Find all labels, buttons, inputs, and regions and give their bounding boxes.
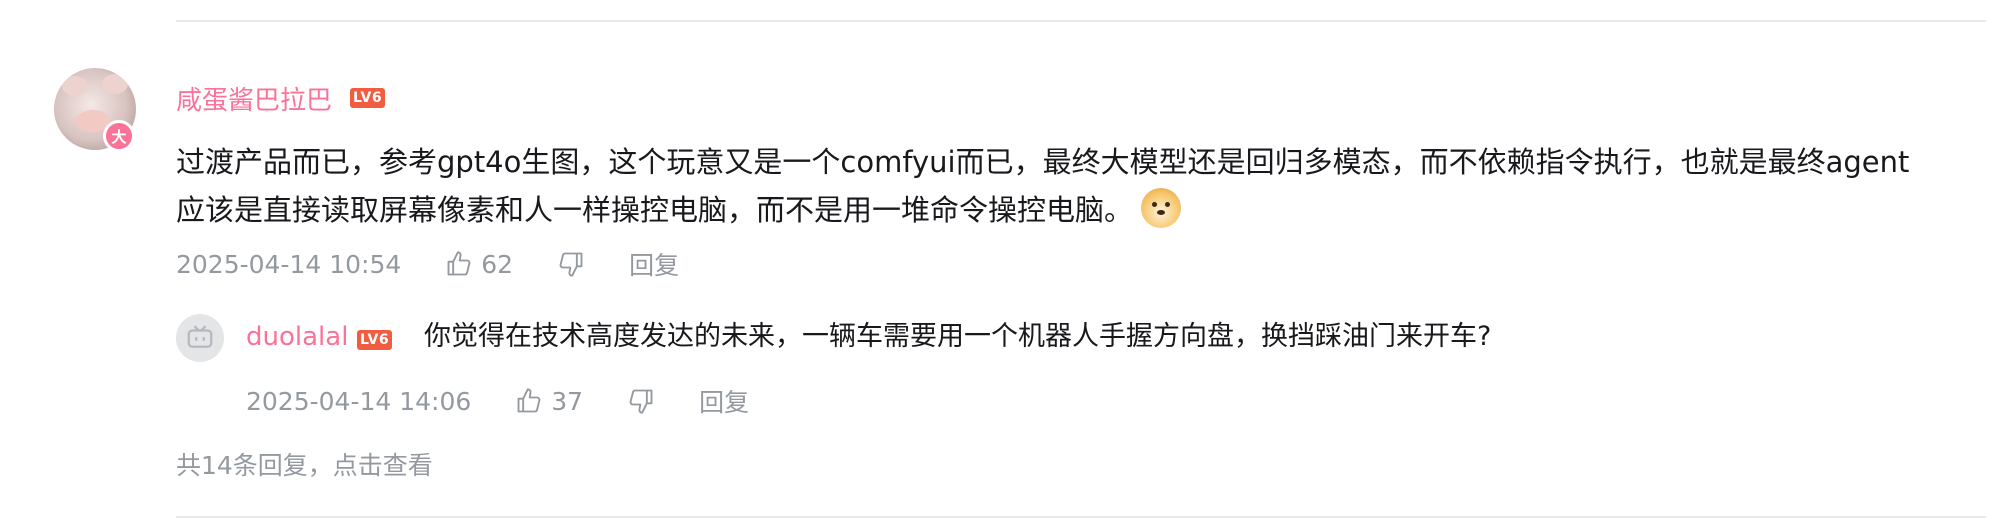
sub-reply-username[interactable]: duolalal — [246, 322, 348, 352]
like-button[interactable]: 62 — [445, 250, 513, 279]
comment-text-line1: 过渡产品而已，参考gpt4o生图，这个玩意又是一个comfyui而已，最终大模型… — [176, 145, 1910, 179]
view-more-replies-link[interactable]: 共14条回复，点击查看 — [176, 446, 433, 482]
top-divider — [176, 20, 1986, 22]
comment-text-line2: 应该是直接读取屏幕像素和人一样操控电脑，而不是用一堆命令操控电脑。 — [176, 193, 1134, 227]
level-badge-icon: LV6 — [350, 88, 386, 108]
sub-level-badge-icon: LV6 — [357, 330, 393, 350]
reply-button[interactable]: 回复 — [629, 246, 679, 282]
thumbs-up-icon — [447, 251, 471, 276]
sub-dislike-button[interactable] — [627, 387, 655, 415]
sub-reply-avatar[interactable] — [176, 314, 224, 362]
bottom-divider — [176, 516, 1986, 518]
vip-badge-icon: 大 — [103, 120, 135, 152]
doge-emoji-icon — [1141, 188, 1182, 228]
sub-reply-text: 你觉得在技术高度发达的未来，一辆车需要用一个机器人手握方向盘，换挡踩油门来开车? — [424, 321, 1492, 352]
dislike-button[interactable] — [557, 250, 585, 278]
thumbs-down-icon — [629, 389, 653, 414]
sub-like-count: 37 — [551, 386, 584, 416]
comment-time: 2025-04-14 10:54 — [176, 249, 402, 279]
thumbs-down-icon — [559, 252, 583, 277]
comment-username[interactable]: 咸蛋酱巴拉巴 — [176, 80, 332, 117]
sub-reply-meta: 2025-04-14 14:06 37 回复 — [246, 384, 749, 418]
thumbs-up-icon — [517, 388, 541, 413]
sub-reply-button[interactable]: 回复 — [699, 383, 749, 419]
like-count: 62 — [481, 249, 514, 279]
comment-content: 过渡产品而已，参考gpt4o生图，这个玩意又是一个comfyui而已，最终大模型… — [176, 138, 1986, 234]
tv-mascot-icon — [187, 325, 213, 348]
comment-meta: 2025-04-14 10:54 62 回复 — [176, 247, 679, 281]
sub-reply-time: 2025-04-14 14:06 — [246, 386, 472, 416]
comment-section: 大 咸蛋酱巴拉巴 LV6 过渡产品而已，参考gpt4o生图，这个玩意又是一个co… — [0, 0, 2010, 528]
sub-like-button[interactable]: 37 — [515, 387, 583, 416]
